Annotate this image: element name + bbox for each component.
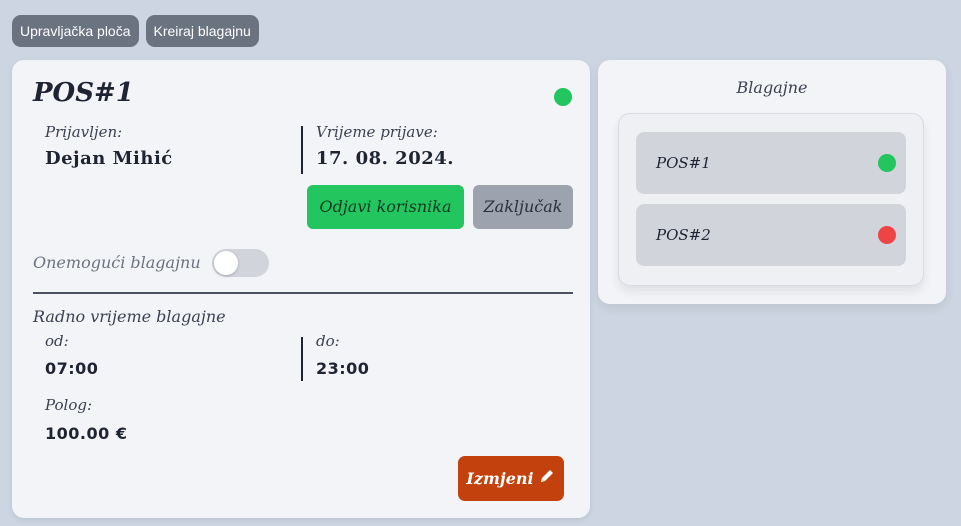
status-indicator	[554, 88, 572, 106]
logout-user-button[interactable]: Odjavi korisnika	[307, 185, 464, 229]
deposit-label: Polog:	[45, 396, 92, 414]
from-label: od:	[45, 332, 69, 350]
toggle-knob	[214, 251, 238, 275]
pos-detail-card: POS#1 Prijavljen: Dejan Mihić Vrijeme pr…	[12, 60, 590, 518]
register-name: POS#1	[656, 154, 711, 172]
divider	[301, 126, 303, 174]
register-name: POS#2	[656, 226, 711, 244]
registers-card: Blagajne POS#1 POS#2	[598, 60, 946, 304]
working-hours-title: Radno vrijeme blagajne	[33, 307, 226, 326]
login-date: 17. 08. 2024.	[316, 148, 455, 169]
deposit-value: 100.00 €	[45, 424, 128, 443]
edit-button[interactable]: Izmjeni	[458, 456, 564, 501]
status-indicator	[878, 154, 896, 172]
dashboard-button[interactable]: Upravljačka ploča	[12, 15, 139, 47]
edit-button-label: Izmjeni	[466, 469, 534, 488]
pos-title: POS#1	[33, 78, 134, 108]
create-register-button[interactable]: Kreiraj blagajnu	[145, 15, 259, 47]
register-item-pos2[interactable]: POS#2	[636, 204, 906, 266]
disable-register-label: Onemogući blagajnu	[33, 253, 201, 272]
registers-title: Blagajne	[736, 78, 808, 97]
divider	[301, 337, 303, 381]
section-divider	[33, 292, 573, 294]
to-time: 23:00	[316, 359, 370, 378]
status-indicator	[878, 226, 896, 244]
to-label: do:	[316, 332, 340, 350]
pencil-icon	[538, 457, 556, 502]
logged-in-label: Prijavljen:	[45, 123, 123, 141]
login-time-label: Vrijeme prijave:	[316, 123, 438, 141]
register-item-pos1[interactable]: POS#1	[636, 132, 906, 194]
registers-list: POS#1 POS#2	[618, 113, 924, 286]
top-nav: Upravljačka ploča Kreiraj blagajnu	[12, 15, 259, 47]
logged-in-user: Dejan Mihić	[45, 148, 173, 169]
lock-button[interactable]: Zaključak	[473, 185, 573, 229]
from-time: 07:00	[45, 359, 99, 378]
disable-register-toggle[interactable]	[212, 249, 269, 277]
